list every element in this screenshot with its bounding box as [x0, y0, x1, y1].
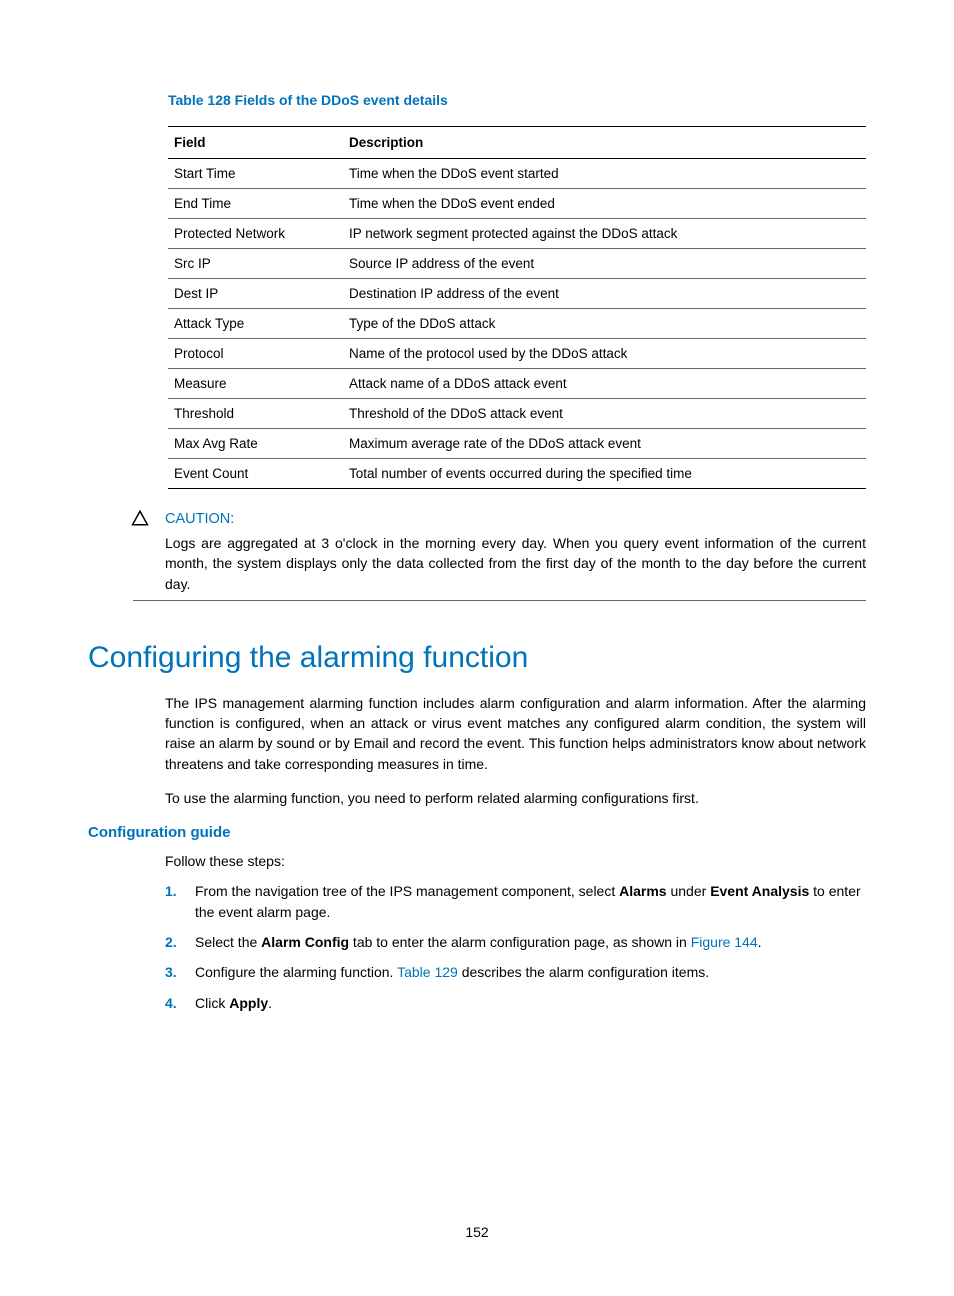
cell-field: Measure [168, 369, 343, 399]
step-text: . [268, 995, 272, 1011]
cell-field: Src IP [168, 249, 343, 279]
cell-field: Protected Network [168, 219, 343, 249]
table-row: Dest IPDestination IP address of the eve… [168, 279, 866, 309]
cell-desc: Total number of events occurred during t… [343, 459, 866, 489]
cell-desc: Attack name of a DDoS attack event [343, 369, 866, 399]
cell-desc: Destination IP address of the event [343, 279, 866, 309]
follow-steps-text: Follow these steps: [165, 853, 866, 869]
step-text: under [667, 883, 711, 899]
table-header-field: Field [168, 127, 343, 159]
step-item: 3. Configure the alarming function. Tabl… [165, 962, 866, 982]
cell-desc: Name of the protocol used by the DDoS at… [343, 339, 866, 369]
cell-desc: Type of the DDoS attack [343, 309, 866, 339]
cell-field: Start Time [168, 159, 343, 189]
table-row: ThresholdThreshold of the DDoS attack ev… [168, 399, 866, 429]
body-paragraph: To use the alarming function, you need t… [165, 788, 866, 808]
cell-desc: Threshold of the DDoS attack event [343, 399, 866, 429]
step-text: From the navigation tree of the IPS mana… [195, 883, 619, 899]
step-text: Click [195, 995, 229, 1011]
table-row: Start TimeTime when the DDoS event start… [168, 159, 866, 189]
step-number: 3. [165, 962, 177, 982]
caution-text: Logs are aggregated at 3 o'clock in the … [165, 533, 866, 594]
cell-desc: Time when the DDoS event ended [343, 189, 866, 219]
body-paragraph: The IPS management alarming function inc… [165, 693, 866, 774]
cell-field: Threshold [168, 399, 343, 429]
table-row: Max Avg RateMaximum average rate of the … [168, 429, 866, 459]
table-header-description: Description [343, 127, 866, 159]
section-heading: Configuring the alarming function [88, 641, 866, 675]
table-row: ProtocolName of the protocol used by the… [168, 339, 866, 369]
step-number: 2. [165, 932, 177, 952]
step-text: Configure the alarming function. [195, 964, 397, 980]
cell-field: End Time [168, 189, 343, 219]
page-number: 152 [0, 1224, 954, 1240]
step-item: 2. Select the Alarm Config tab to enter … [165, 932, 866, 952]
step-bold: Event Analysis [710, 883, 809, 899]
step-text: Select the [195, 934, 261, 950]
table-row: End TimeTime when the DDoS event ended [168, 189, 866, 219]
steps-list: 1. From the navigation tree of the IPS m… [165, 881, 866, 1012]
table-row: MeasureAttack name of a DDoS attack even… [168, 369, 866, 399]
caution-block: CAUTION: Logs are aggregated at 3 o'cloc… [133, 511, 866, 601]
cell-desc: IP network segment protected against the… [343, 219, 866, 249]
step-bold: Alarms [619, 883, 666, 899]
caution-icon [131, 509, 149, 532]
step-number: 4. [165, 993, 177, 1013]
table-row: Protected NetworkIP network segment prot… [168, 219, 866, 249]
cell-field: Event Count [168, 459, 343, 489]
cell-field: Max Avg Rate [168, 429, 343, 459]
step-text: tab to enter the alarm configuration pag… [349, 934, 691, 950]
step-number: 1. [165, 881, 177, 901]
table-row: Src IPSource IP address of the event [168, 249, 866, 279]
step-item: 4. Click Apply. [165, 993, 866, 1013]
cell-field: Attack Type [168, 309, 343, 339]
cell-desc: Maximum average rate of the DDoS attack … [343, 429, 866, 459]
step-item: 1. From the navigation tree of the IPS m… [165, 881, 866, 922]
step-bold: Alarm Config [261, 934, 349, 950]
step-text: . [758, 934, 762, 950]
table-row: Event CountTotal number of events occurr… [168, 459, 866, 489]
cell-field: Protocol [168, 339, 343, 369]
figure-link[interactable]: Figure 144 [691, 934, 758, 950]
cell-desc: Time when the DDoS event started [343, 159, 866, 189]
step-bold: Apply [229, 995, 268, 1011]
step-text: describes the alarm configuration items. [458, 964, 709, 980]
table-row: Attack TypeType of the DDoS attack [168, 309, 866, 339]
cell-desc: Source IP address of the event [343, 249, 866, 279]
subsection-heading: Configuration guide [88, 824, 866, 841]
caution-label: CAUTION: [165, 511, 866, 527]
cell-field: Dest IP [168, 279, 343, 309]
fields-table: Field Description Start TimeTime when th… [168, 126, 866, 489]
table-link[interactable]: Table 129 [397, 964, 458, 980]
table-caption: Table 128 Fields of the DDoS event detai… [168, 92, 866, 108]
